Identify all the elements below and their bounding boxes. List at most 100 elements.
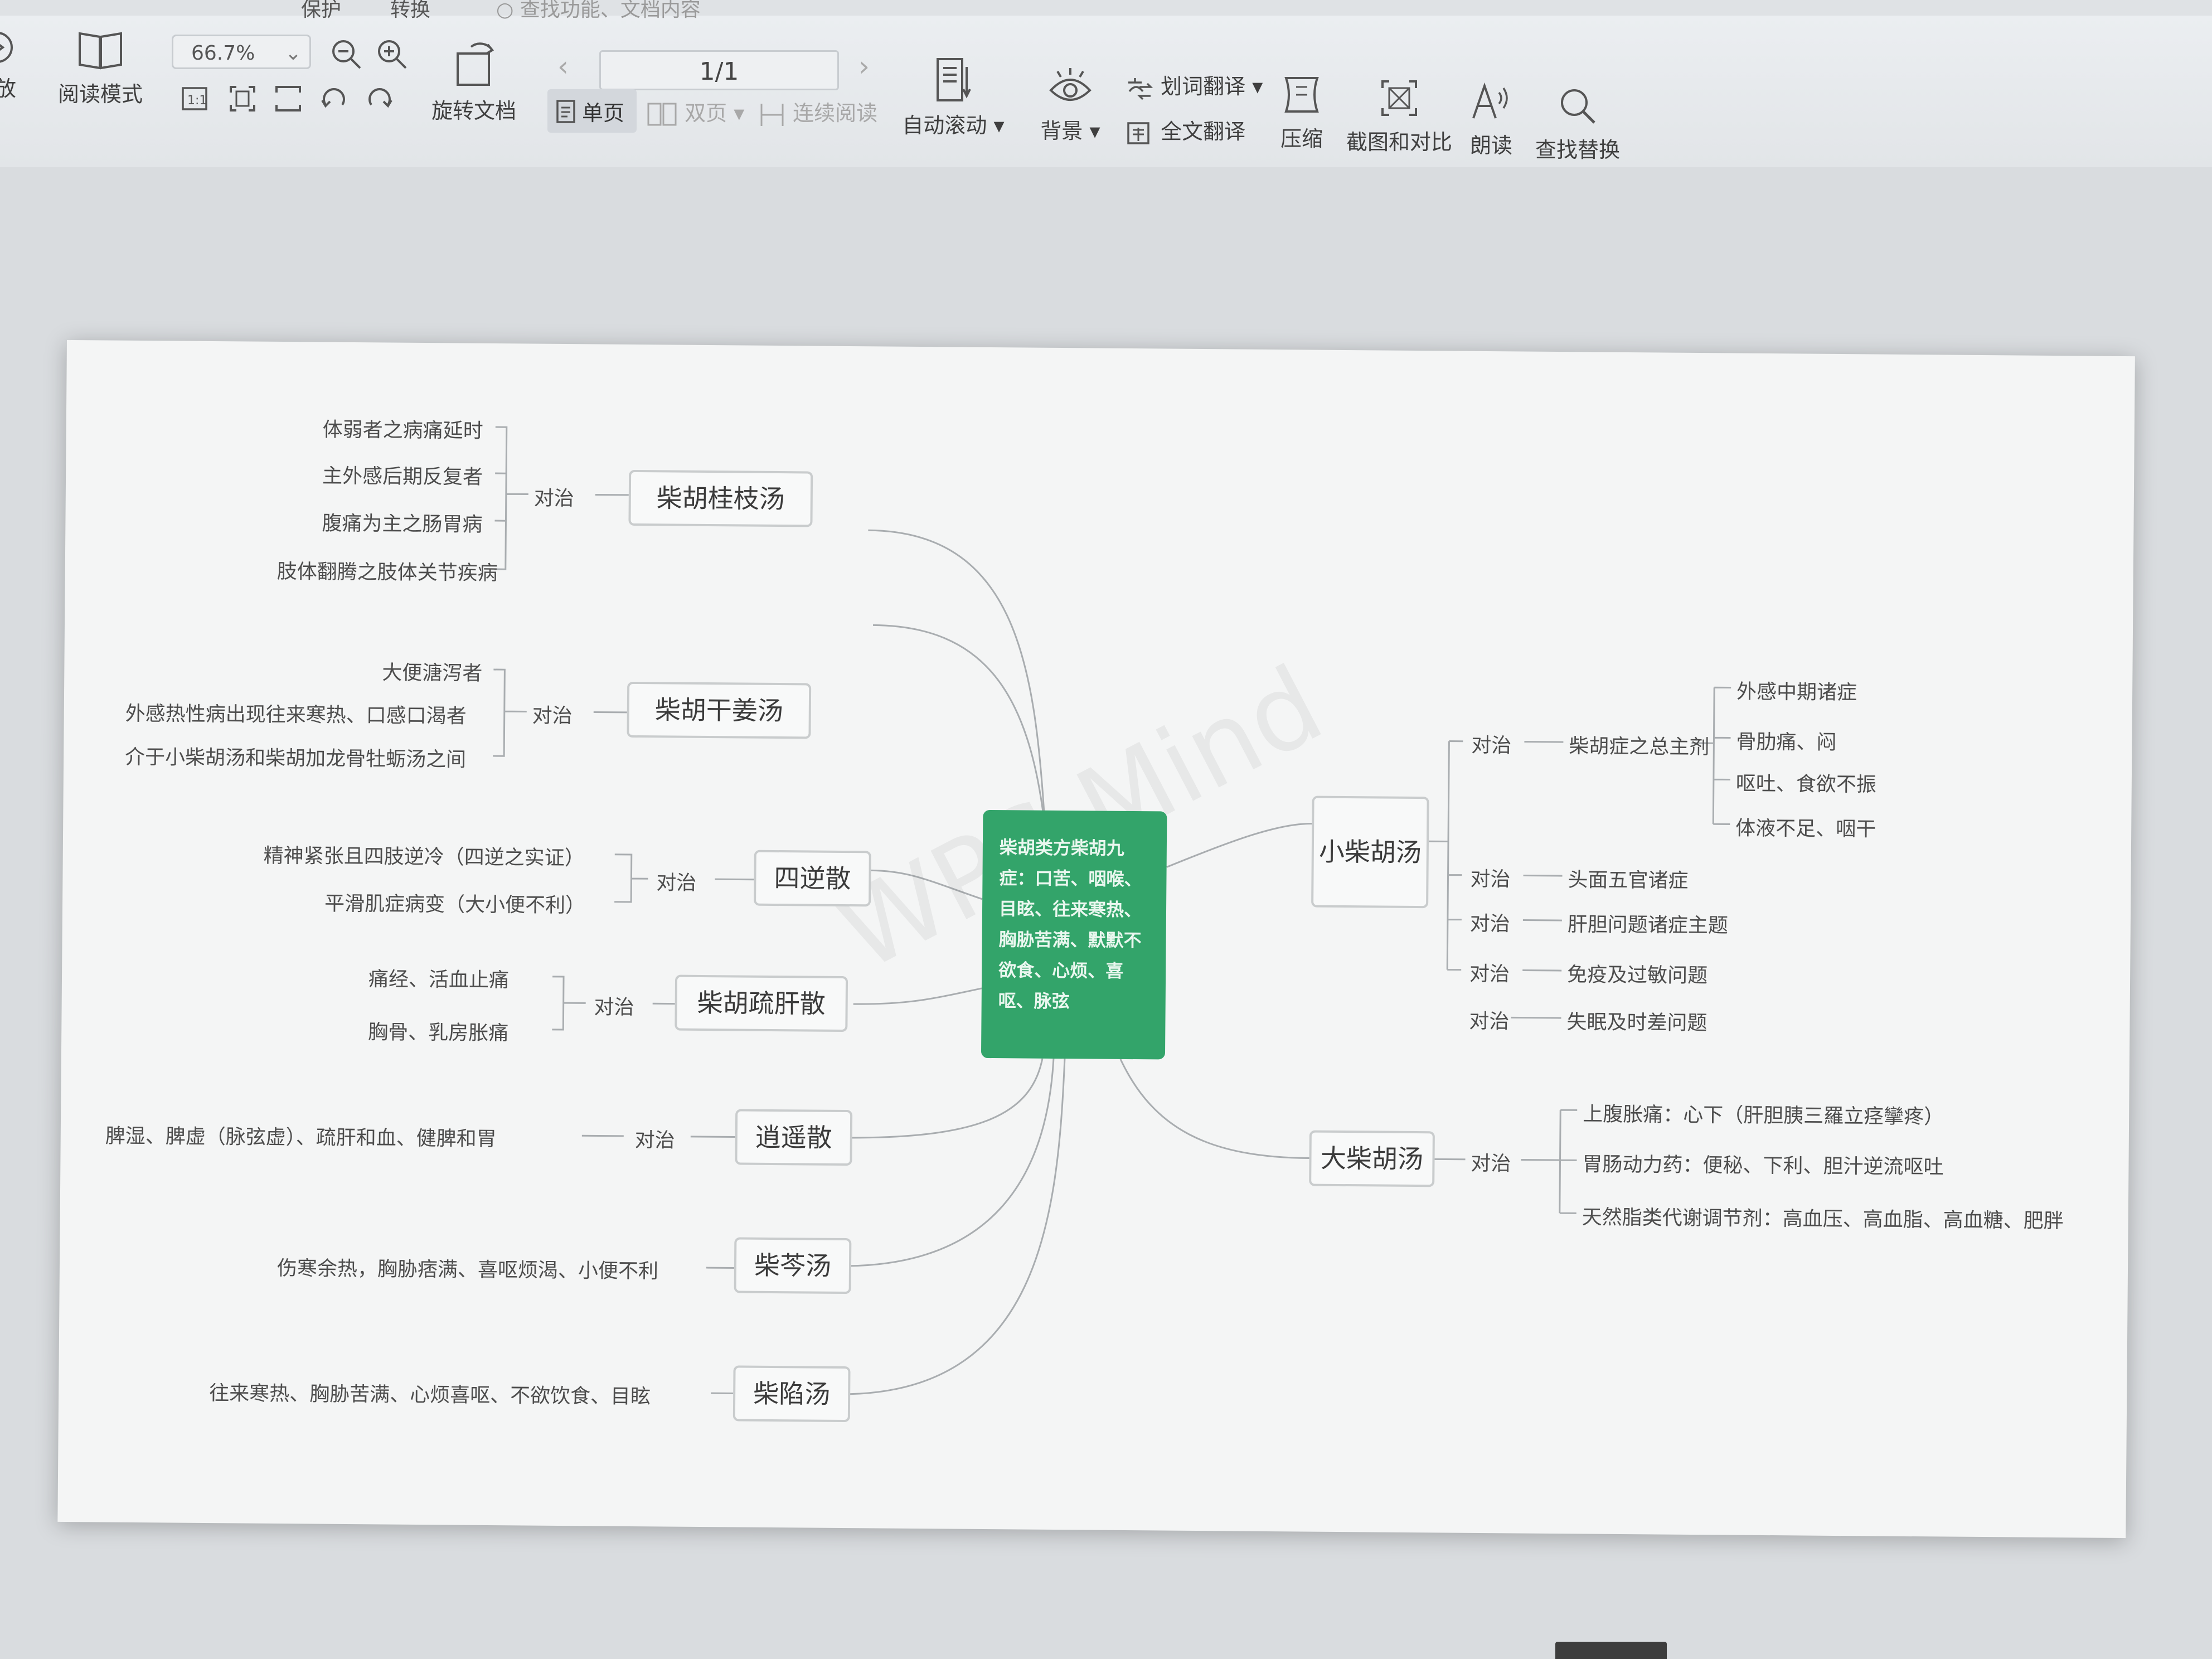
search-icon: ○ [496,0,514,21]
relation-label: 对治 [634,1129,675,1152]
relation-label: 对治 [533,487,574,511]
full-translate-button[interactable]: 全文翻译 [1125,114,1245,147]
center-node[interactable]: 柴胡类方柴胡九症：口苦、咽喉、目眩、往来寒热、胸胁苦满、默默不欲食、心烦、喜呕、… [981,809,1167,1060]
connector [839,1059,1066,1395]
leaf-label: 肢体翻腾之肢体关节疾病 [276,560,498,585]
compress-button[interactable]: 压缩 [1271,72,1332,152]
leaf-label: 胸骨、乳房胀痛 [368,1021,509,1045]
zoom-value: 66.7% [191,42,255,65]
zoom-in-icon [378,40,407,69]
relation-label: 对治 [1469,962,1510,986]
search-placeholder: 查找功能、文档内容 [520,0,701,21]
connector [1119,1059,1309,1160]
page-indicator[interactable]: 1/1 [599,50,839,90]
read-aloud-label: 朗读 [1469,133,1512,158]
chevron-right-icon: › [858,50,870,83]
leaf-label: 平滑肌症病变（大小便不利） [324,892,586,918]
branch-node-xiaoyao[interactable]: 逍遥散 [735,1109,853,1166]
leaf-label: 往来寒热、胸胁苦满、心烦喜呕、不欲饮食、目眩 [209,1382,651,1409]
branch-node-sini[interactable]: 四逆散 [754,850,871,907]
connector [1522,875,1563,972]
leaf-label: 免疫及过敏问题 [1566,963,1708,988]
continuous-read-label: 连续阅读 [793,101,878,125]
search-field[interactable]: ○ 查找功能、文档内容 [496,0,701,22]
document-page: WPS Mind 柴胡类方柴胡九症：口苦、咽喉、目眩、往来寒热、胸胁苦满、默默不… [57,340,2135,1539]
leaf-label: 外感中期诸症 [1736,680,1857,705]
reading-mode-label: 阅读模式 [57,82,143,106]
single-page-icon [556,100,575,123]
rotate-right-button[interactable] [365,84,395,116]
branch-node-chaihu-shugan[interactable]: 柴胡疏肝散 [675,974,848,1032]
relation-label: 对治 [1470,867,1511,891]
branch-node-chaihu-ganjiang[interactable]: 柴胡干姜汤 [627,681,812,739]
next-page-button[interactable]: › [858,50,870,83]
zoom-in-button[interactable] [375,37,410,75]
book-icon [50,28,151,72]
actual-size-button[interactable]: 1:1 [180,84,210,116]
single-page-button[interactable]: 单页 [547,89,637,133]
rotate-right-icon [368,88,392,108]
zoom-select[interactable]: 66.7% ⌄ [172,35,311,69]
branch-node-chaihu-guizhi[interactable]: 柴胡桂枝汤 [628,469,813,527]
auto-scroll-icon [898,56,1009,104]
prev-page-button[interactable]: ‹ [557,50,569,83]
rotate-document-icon [424,39,524,89]
rotate-left-button[interactable] [319,84,349,116]
play-button[interactable]: 放 [0,28,28,102]
rotate-document-button[interactable]: 旋转文档 [424,39,524,124]
branch-node-dachaihu[interactable]: 大柴胡汤 [1309,1130,1435,1187]
background-button[interactable]: 背景 ▾ [1034,65,1107,144]
continuous-read-button[interactable]: 连续阅读 [758,96,877,128]
relation-label: 对治 [594,996,634,1020]
relation-label: 对治 [1471,1152,1511,1176]
screenshot-icon [1341,76,1458,120]
read-aloud-icon [1461,79,1522,124]
relation-label: 对治 [532,704,573,728]
play-icon [0,28,28,67]
tab-convert[interactable]: 转换 [390,0,430,22]
auto-scroll-button[interactable]: 自动滚动 ▾ [898,56,1009,139]
find-replace-button[interactable]: 查找替换 [1533,84,1622,163]
zoom-out-button[interactable] [329,37,365,75]
double-page-label: 双页 [685,101,727,125]
rotate-document-label: 旋转文档 [431,99,516,123]
actual-size-icon: 1:1 [182,87,207,110]
word-translate-label: 划词翻译 [1161,74,1246,99]
connector [1511,1016,1561,1019]
reading-mode-button[interactable]: 阅读模式 [50,28,151,108]
leaf-label: 体液不足、咽干 [1735,817,1876,841]
word-translate-button[interactable]: 划词翻译 ▾ [1125,69,1263,101]
full-translate-label: 全文翻译 [1161,119,1246,144]
compress-label: 压缩 [1280,127,1323,151]
rotate-left-icon [321,88,345,108]
fit-width-button[interactable] [273,84,303,116]
tab-protect[interactable]: 保护 [301,0,341,22]
taskbar-item[interactable] [1555,1642,1667,1659]
connector [853,987,982,1005]
leaf-label: 呕吐、食欲不振 [1735,772,1877,797]
leaf-label: 上腹胀痛：心下（肝胆胰三羅立痉攣疼） [1583,1103,1944,1129]
relation-label: 对治 [1469,912,1511,936]
connector [1429,740,1463,971]
branch-node-chaiqin[interactable]: 柴芩汤 [734,1237,852,1294]
continuous-read-icon [760,103,784,126]
read-aloud-button[interactable]: 朗读 [1461,79,1522,159]
relation-label: 对治 [1469,1010,1510,1034]
branch-node-chaixian[interactable]: 柴陷汤 [733,1365,851,1423]
auto-scroll-label: 自动滚动 ▾ [902,113,1005,138]
page-indicator-text: 1/1 [699,57,739,86]
fit-width-icon [275,86,301,111]
leaf-label: 伤寒余热，胸胁痞满、喜呕烦渴、小便不利 [276,1257,659,1283]
double-page-button[interactable]: 双页 ▾ [647,96,744,128]
background-label: 背景 ▾ [1040,119,1100,143]
ribbon-toolbar: 保护 转换 ○ 查找功能、文档内容 放 阅读模式 66.7% ⌄ 1:1 旋转文… [0,0,2212,167]
screenshot-compare-button[interactable]: 截图和对比 [1341,76,1458,156]
leaf-label: 肝胆问题诸症主题 [1567,913,1729,938]
branch-node-xiaochaihu[interactable]: 小柴胡汤 [1311,795,1429,909]
leaf-label: 外感热性病出现往来寒热、口感口渴者 [125,702,467,728]
chevron-down-icon: ⌄ [284,42,302,65]
play-label: 放 [0,76,16,101]
fit-page-button[interactable] [227,84,258,116]
leaf-label: 大便溏泻者 [382,661,483,685]
chevron-left-icon: ‹ [557,50,569,83]
